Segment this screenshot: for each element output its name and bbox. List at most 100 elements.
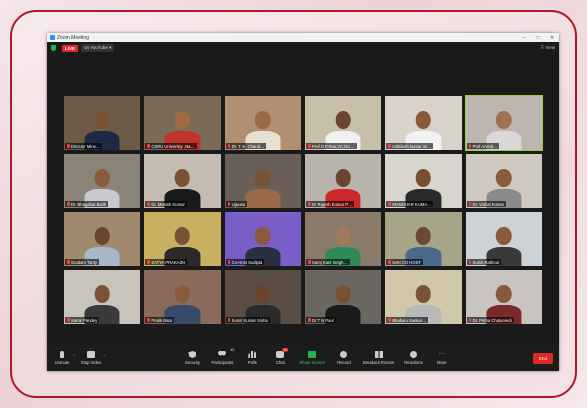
unmute-button[interactable]: Unmute (53, 351, 71, 365)
participant-tile[interactable]: Dr T N Paul (305, 270, 382, 324)
muted-mic-icon (147, 144, 150, 148)
muted-mic-icon (308, 260, 311, 264)
participant-name: MANOHAR KUMA… (386, 201, 434, 207)
more-label: More (436, 360, 447, 365)
minimize-button[interactable]: – (517, 35, 531, 41)
participant-name: Dr Rajesh Kumar P… (306, 201, 355, 207)
participant-name: Dr. Vishal Kumar (466, 201, 506, 207)
participant-name: Ujjwala (225, 201, 248, 207)
record-icon (340, 351, 348, 358)
reactions-label: Reactions (404, 360, 423, 365)
breakout-rooms-button[interactable]: Breakout Rooms (363, 351, 394, 365)
record-button[interactable]: Record (335, 351, 353, 365)
participant-tile[interactable]: Director Mine… (64, 96, 141, 150)
muted-mic-icon (308, 202, 311, 206)
muted-mic-icon (308, 318, 311, 322)
chat-label: Chat (275, 360, 285, 365)
muted-mic-icon (147, 260, 150, 264)
maximize-button[interactable]: □ (531, 35, 545, 41)
muted-mic-icon (468, 144, 472, 148)
participant-tile[interactable]: Samir Pandey (64, 270, 141, 324)
window-title: Zoom Meeting (57, 34, 89, 41)
participant-name: IUIH CO HOST (386, 259, 423, 265)
participant-name: Pratik Bisoi (145, 317, 175, 323)
participant-tile[interactable]: Pratik Bisoi (144, 270, 221, 324)
view-button[interactable]: ⠿ View (541, 45, 555, 51)
participant-name: Dr. Pritha Chaturvedi (466, 317, 514, 323)
participant-tile[interactable]: Sumit Rathour (465, 212, 542, 266)
participant-name: Bhabani Sankar… (386, 317, 429, 323)
record-label: Record (337, 360, 351, 365)
participant-tile[interactable]: Dr. Bhagabat Barik (64, 154, 141, 208)
participant-tile[interactable]: MANOHAR KUMA… (385, 154, 462, 208)
ellipsis-icon: ··· (438, 351, 445, 357)
participant-tile[interactable]: Ujjwala (224, 154, 301, 208)
end-meeting-button[interactable]: End (532, 352, 553, 364)
participant-tile[interactable]: IUIH CO HOST (385, 212, 462, 266)
participant-tile[interactable]: Bhabani Sankar… (385, 270, 462, 324)
participant-tile[interactable]: Dr. Pritha Chaturvedi (465, 270, 542, 324)
participants-icon: 45 (218, 348, 234, 358)
chat-bubble-icon: 10 (276, 348, 289, 358)
muted-mic-icon (67, 202, 70, 206)
participant-tile[interactable]: CSRU University ,Na… (144, 96, 221, 150)
participant-tile[interactable]: mithilesh kumar mi… (385, 96, 462, 150)
muted-mic-icon (67, 260, 70, 264)
participant-name: Dr. Bhagabat Barik (65, 201, 109, 207)
reactions-button[interactable]: Reactions (404, 351, 423, 365)
video-options-caret[interactable]: ^ (103, 353, 105, 358)
security-label: Security (184, 360, 200, 365)
participant-tile[interactable]: Dr. T. K. Chand… (224, 96, 301, 150)
zoom-logo-icon (50, 35, 55, 40)
close-button[interactable]: ✕ (545, 35, 559, 41)
muted-mic-icon (468, 202, 472, 206)
chat-unread-badge: 10 (282, 348, 289, 352)
muted-mic-icon (308, 144, 311, 148)
gallery-view: Director Mine… CSRU University ,Na… Dr. T.… (64, 95, 544, 324)
stream-dropdown[interactable]: on YouTube ▾ (81, 44, 115, 52)
breakout-rooms-icon (374, 351, 383, 358)
polls-label: Polls (247, 360, 257, 365)
encryption-shield-icon[interactable] (51, 45, 56, 51)
more-button[interactable]: ··· More (433, 351, 451, 365)
participant-tile[interactable]: Goutam Tanty (64, 212, 141, 266)
participant-tile[interactable]: Prof D.P.Rao,VC,DU… (305, 96, 382, 150)
polls-button[interactable]: Polls (243, 351, 261, 365)
participant-name: Prof Arvind… (466, 143, 500, 149)
muted-mic-icon (147, 202, 150, 206)
share-screen-button[interactable]: Share Screen (299, 351, 325, 365)
audio-options-caret[interactable]: ^ (73, 353, 75, 358)
muted-mic-icon (227, 318, 231, 322)
unmute-label: Unmute (54, 360, 70, 365)
participant-name: Director Mine… (65, 143, 103, 149)
chat-button[interactable]: 10 Chat (271, 348, 289, 365)
participant-name: Prof D.P.Rao,VC,DU… (306, 143, 357, 149)
participant-name: Sumit Rathour (466, 259, 502, 265)
participant-tile[interactable]: Saroj Kant Singh… (305, 212, 382, 266)
participant-name: Samir Pandey (65, 317, 100, 323)
share-screen-icon (308, 351, 317, 358)
muted-mic-icon (468, 260, 472, 264)
participant-tile[interactable]: Dr Rajesh Kumar P… (305, 154, 382, 208)
security-button[interactable]: Security (183, 351, 201, 365)
participant-name: Dr T N Paul (306, 317, 336, 323)
share-screen-label: Share Screen (299, 360, 325, 365)
muted-mic-icon (227, 260, 231, 264)
participant-tile[interactable]: Co-Host Sudipta (224, 212, 301, 266)
participant-video (245, 169, 281, 208)
muted-mic-icon (388, 202, 391, 206)
stop-video-button[interactable]: Stop Video (81, 351, 101, 365)
participant-tile[interactable]: SATYA PRAKASH (144, 212, 221, 266)
muted-mic-icon (388, 318, 391, 322)
live-badge[interactable]: LIVE (62, 44, 79, 52)
participant-tile[interactable]: Dr. Manish Kumar (144, 154, 221, 208)
participant-tile[interactable]: Sumit Kumar Sinha (224, 270, 301, 324)
participant-tile[interactable]: Dr. Vishal Kumar (465, 154, 542, 208)
participant-name: SATYA PRAKASH (145, 259, 188, 265)
participants-count: 45 (230, 348, 235, 352)
participant-tile[interactable]: Prof Arvind… (464, 95, 544, 151)
shield-icon (188, 351, 197, 358)
participant-name: Saroj Kant Singh… (306, 259, 350, 265)
participant-name: Dr. Manish Kumar (145, 201, 187, 207)
participants-button[interactable]: 45 Participants (211, 348, 234, 365)
